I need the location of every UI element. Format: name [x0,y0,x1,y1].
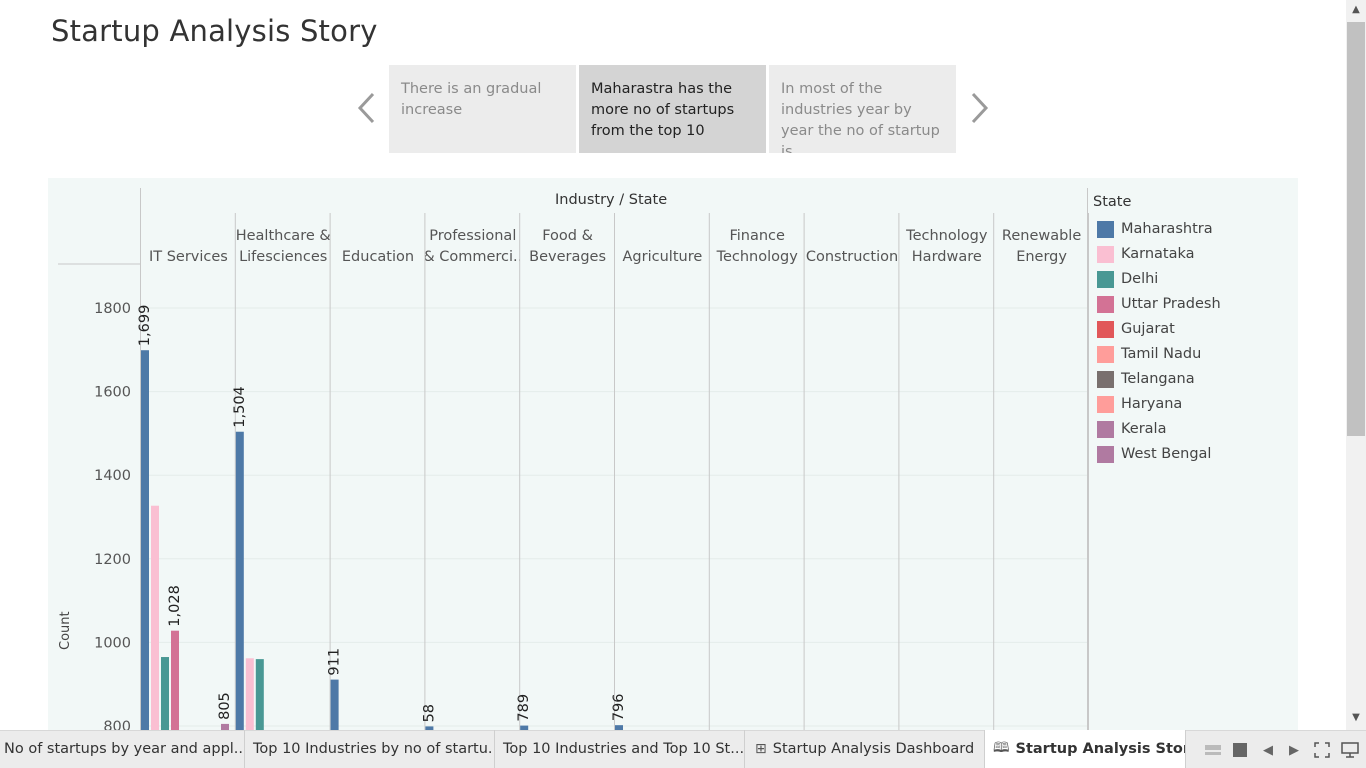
data-label: 911 [327,648,343,676]
show-filmstrip-icon[interactable] [1230,740,1250,760]
bar [235,431,244,730]
scroll-up-arrow-icon[interactable]: ▲ [1348,4,1364,18]
y-tick-label: 1200 [94,552,131,568]
tab-label: Top 10 Industries by no of startu... [253,741,495,757]
scrollbar-thumb[interactable] [1347,22,1365,436]
data-label: 58 [421,704,437,722]
data-label: 789 [516,694,532,722]
data-label: 796 [611,693,627,721]
bar [171,630,179,730]
next-sheet-icon[interactable]: ▶ [1284,740,1304,760]
y-tick-label: 1000 [94,635,131,651]
data-label: 1,028 [167,585,183,627]
bar [330,679,339,730]
data-label: 1,699 [137,305,153,347]
scroll-down-arrow-icon[interactable]: ▼ [1348,712,1364,726]
y-tick-label: 1800 [94,301,131,317]
tab-startup-analysis-story[interactable]: 🕮 Startup Analysis Story [985,730,1186,768]
fit-icon[interactable] [1312,740,1332,760]
tab-startup-analysis-dashboard[interactable]: ⊞ Startup Analysis Dashboard [745,730,985,768]
tab-label: Startup Analysis Dashboard [772,741,975,757]
tab-top-10-industries[interactable]: Top 10 Industries by no of startu... [245,730,495,768]
tab-top-10-industries-and-states[interactable]: Top 10 Industries and Top 10 St... [495,730,745,768]
data-label: 1,504 [232,386,248,428]
bar [161,657,169,730]
story-page: Startup Analysis Story There is an gradu… [0,0,1366,768]
y-tick-label: 1600 [94,385,131,401]
tab-label: No of startups by year and appl... [4,741,245,757]
bar [141,350,149,730]
bar [245,658,254,730]
show-tabs-icon[interactable] [1203,740,1223,760]
dashboard-icon: ⊞ [755,741,767,757]
y-tick-label: 1400 [94,468,131,484]
present-mode-icon[interactable] [1340,740,1360,760]
bar [255,659,264,730]
tab-label: Top 10 Industries and Top 10 St... [503,741,745,757]
tab-label: Startup Analysis Story [1015,741,1186,757]
bar [151,505,159,730]
tab-no-of-startups-by-year[interactable]: No of startups by year and appl... [0,730,245,768]
story-icon: 🕮 [993,740,1010,756]
y-tick-label: 800 [103,719,131,730]
previous-sheet-icon[interactable]: ◀ [1258,740,1278,760]
data-label: 805 [217,692,233,720]
bar-chart: 800 1000 1200 1400 1600 1800 1,699 1,028 805 1,50… [58,188,1089,730]
